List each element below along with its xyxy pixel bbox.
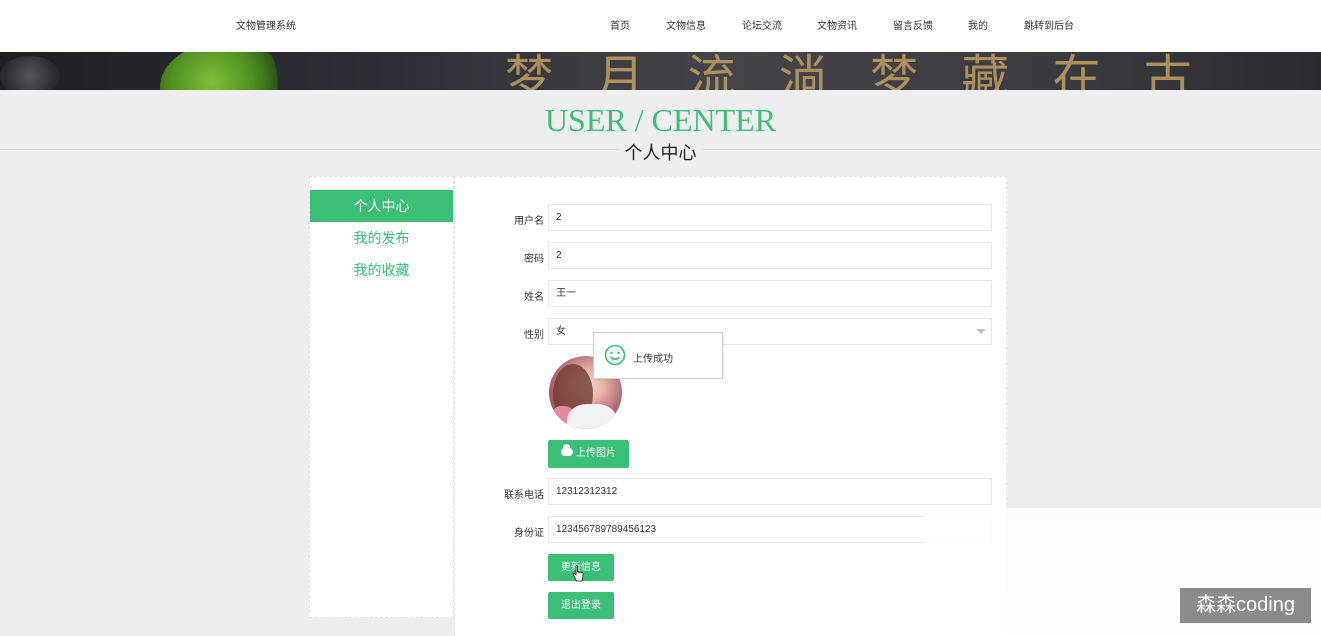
- username-label: 用户名: [514, 216, 544, 227]
- name-label: 姓名: [524, 292, 544, 303]
- section-title-cn-text: 个人中心: [618, 143, 703, 163]
- banner-jade-decoration: [160, 52, 290, 90]
- nav-news[interactable]: 文物资讯: [817, 17, 857, 32]
- sidebar-item-my-posts[interactable]: 我的发布: [310, 222, 453, 254]
- smile-icon: [604, 344, 626, 366]
- phone-label: 联系电话: [504, 490, 544, 501]
- top-navbar: 文物管理系统 首页 文物信息 论坛交流 文物资讯 留言反馈 我的 跳转到后台: [0, 0, 1321, 52]
- sidebar-item-my-favorites[interactable]: 我的收藏: [310, 254, 453, 286]
- section-title-cn: 个人中心: [0, 139, 1321, 165]
- toast-message: 上传成功: [633, 354, 673, 365]
- section-title-en: USER / CENTER: [544, 102, 777, 138]
- nav-home[interactable]: 首页: [610, 17, 630, 32]
- banner-calligraphy: 梦 月 流 淌 梦 藏 在 古: [505, 52, 1206, 90]
- logout-button[interactable]: 退出登录: [548, 592, 614, 619]
- password-input[interactable]: 2: [548, 242, 992, 269]
- nav-admin[interactable]: 跳转到后台: [1024, 17, 1074, 32]
- name-input[interactable]: 王一: [548, 280, 992, 307]
- phone-input[interactable]: 12312312312: [548, 478, 992, 505]
- password-label: 密码: [524, 254, 544, 265]
- banner-decoration: [0, 56, 60, 90]
- sidebar: 个人中心 我的发布 我的收藏: [309, 176, 454, 618]
- upload-image-button[interactable]: 上传图片: [548, 440, 629, 468]
- chevron-down-icon[interactable]: [976, 329, 986, 334]
- banner-image: 梦 月 流 淌 梦 藏 在 古: [0, 52, 1321, 90]
- hand-cursor-icon: [572, 565, 584, 582]
- id-card-label: 身份证: [514, 528, 544, 539]
- upload-success-toast: 上传成功: [593, 332, 723, 379]
- upload-image-label: 上传图片: [576, 448, 616, 459]
- nav-mine[interactable]: 我的: [968, 17, 988, 32]
- username-input[interactable]: 2: [548, 204, 992, 231]
- watermark: 森森coding: [1180, 588, 1311, 623]
- nav-relics-info[interactable]: 文物信息: [666, 17, 706, 32]
- cloud-upload-icon: [561, 444, 573, 456]
- nav-feedback[interactable]: 留言反馈: [893, 17, 933, 32]
- gender-label: 性别: [524, 330, 544, 341]
- avatar-shirt: [567, 404, 617, 429]
- site-title[interactable]: 文物管理系统: [236, 17, 296, 32]
- sidebar-item-user-center[interactable]: 个人中心: [310, 190, 453, 222]
- nav-forum[interactable]: 论坛交流: [742, 17, 782, 32]
